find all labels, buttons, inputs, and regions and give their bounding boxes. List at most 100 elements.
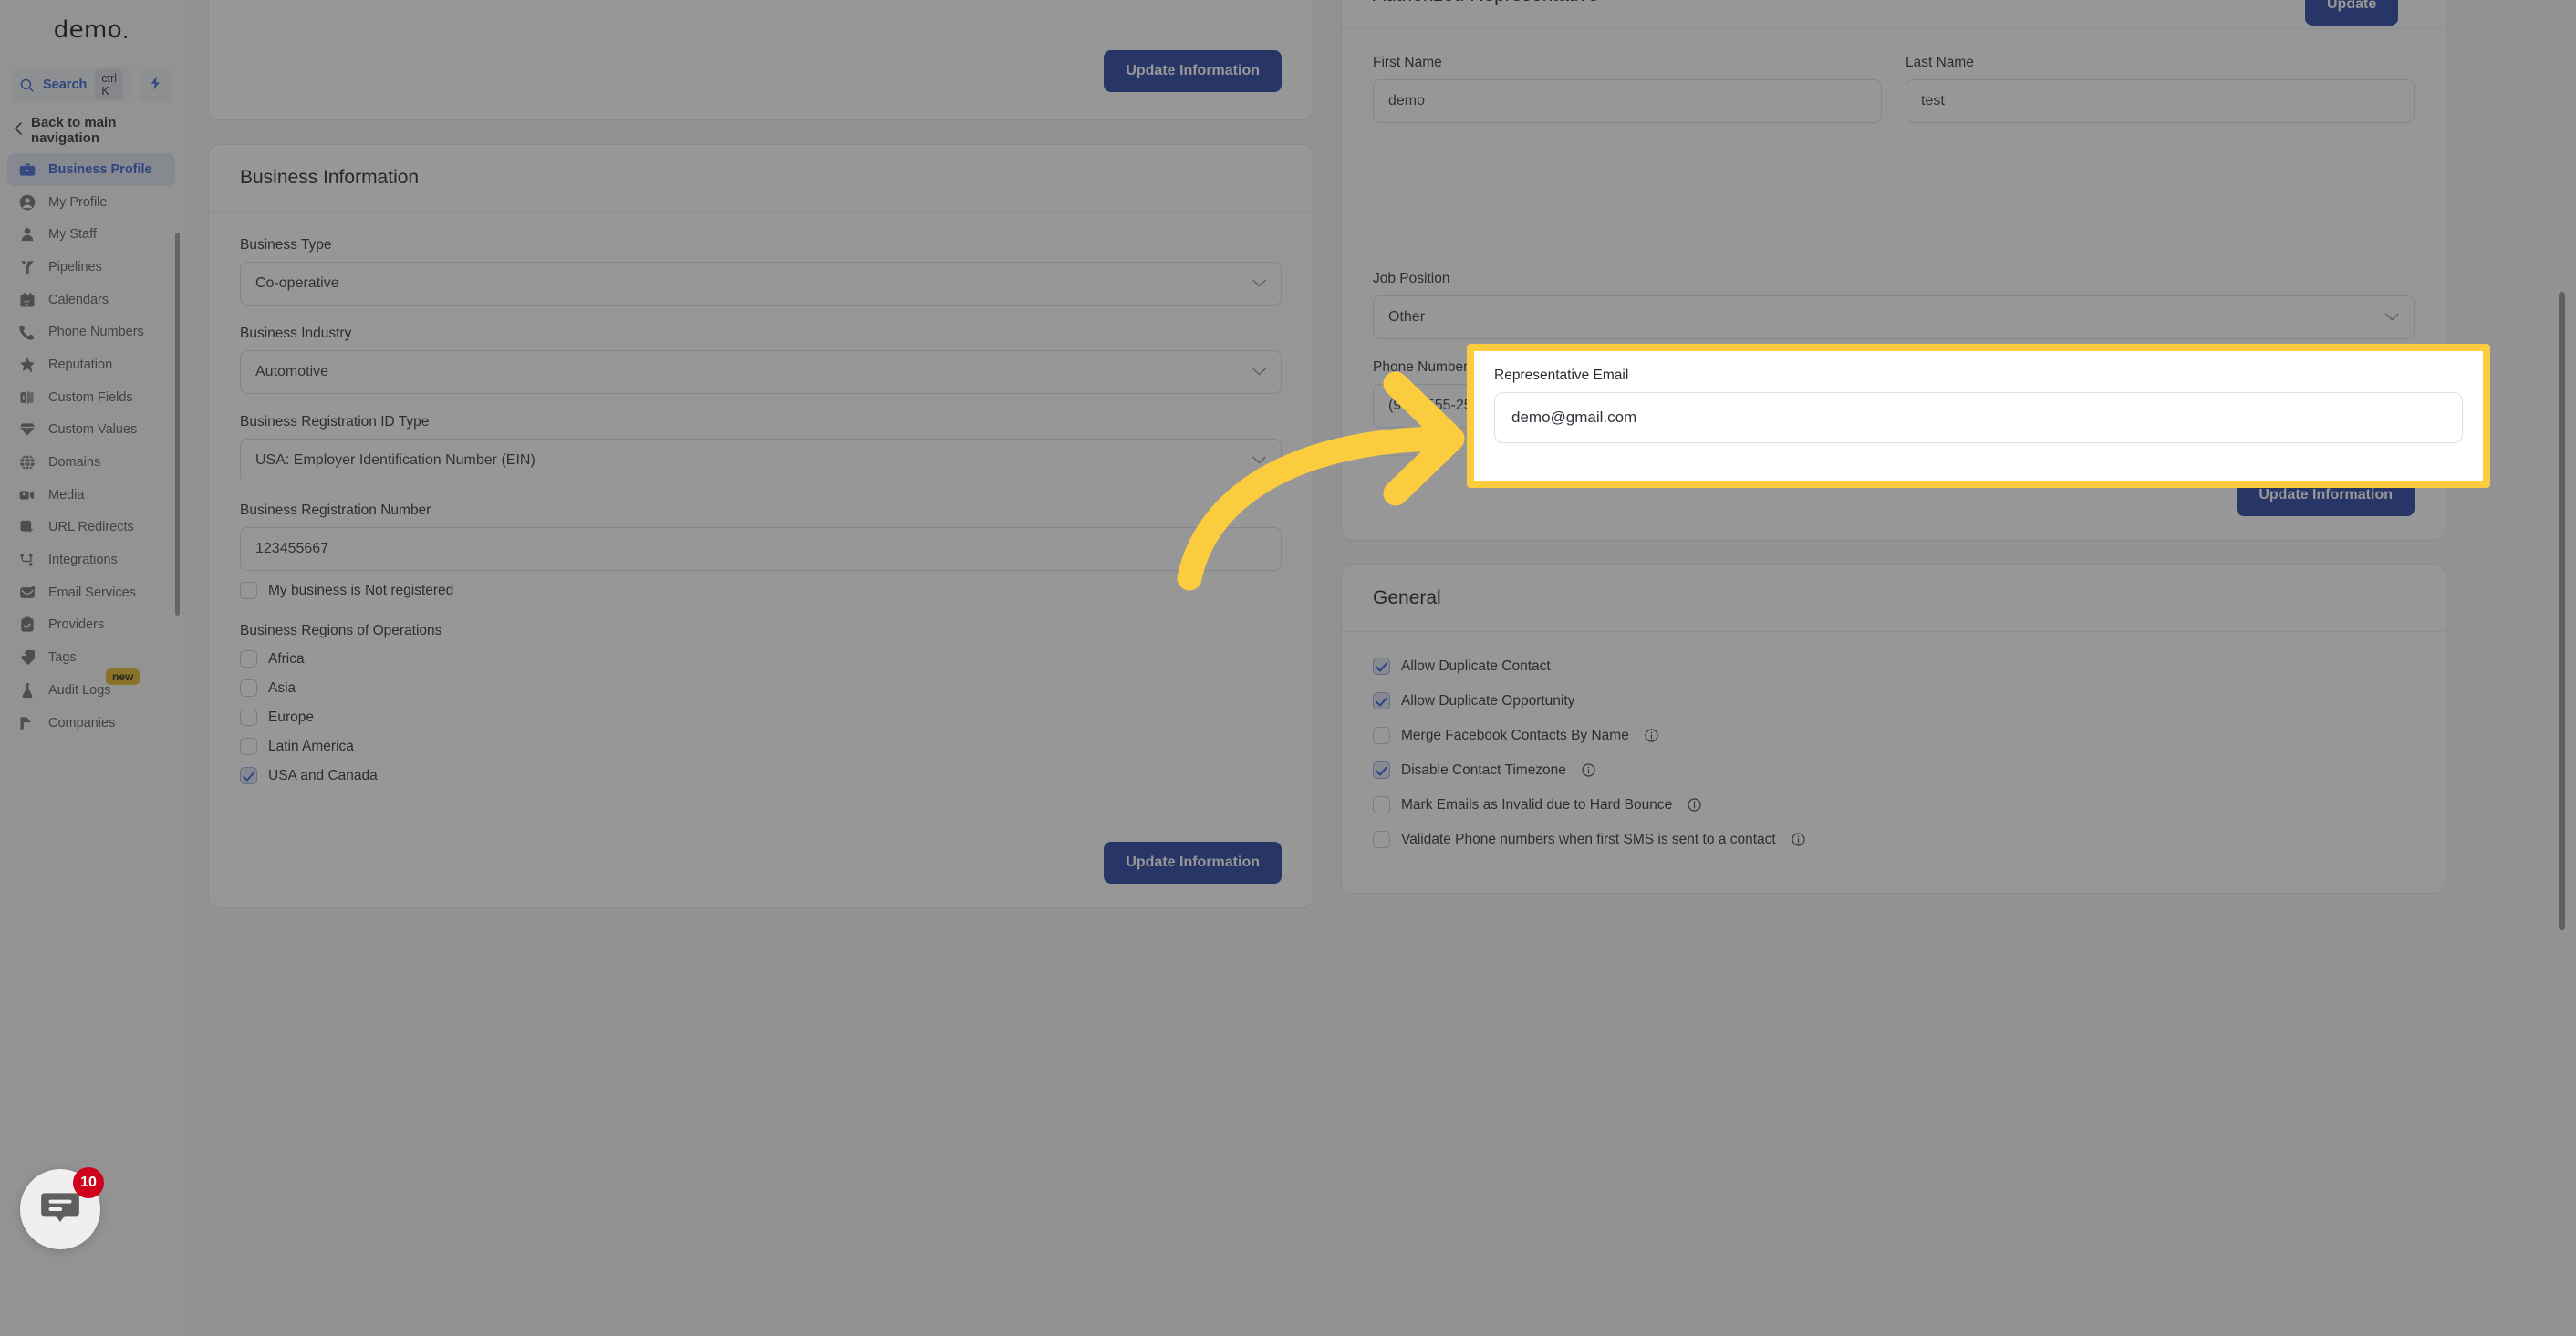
- business-industry-select[interactable]: Automotive: [240, 350, 1282, 394]
- card-partial-top-left: Update Information: [208, 0, 1314, 120]
- sidebar-item-custom-fields[interactable]: Custom Fields: [7, 381, 175, 414]
- info-icon[interactable]: [1687, 797, 1702, 813]
- chat-widget-button[interactable]: 10: [20, 1167, 104, 1249]
- calendar-icon: [18, 291, 36, 309]
- representative-email-input[interactable]: demo@gmail.com: [1494, 392, 2463, 443]
- sidebar-item-url-redirects[interactable]: URL Redirects: [7, 512, 175, 544]
- mail-icon: [18, 584, 36, 602]
- chat-unread-badge: 10: [73, 1167, 104, 1198]
- update-information-button-top-left[interactable]: Update Information: [1104, 50, 1282, 92]
- last-name-input[interactable]: test: [1906, 79, 2415, 123]
- custom-fields-icon: [18, 388, 36, 407]
- star-icon: [18, 356, 36, 374]
- general-label-allow-duplicate-opportunity: Allow Duplicate Opportunity: [1401, 692, 1575, 709]
- business-type-value: Co-operative: [255, 275, 339, 291]
- not-registered-checkbox[interactable]: [240, 582, 257, 599]
- general-option-validate-phone-numbers-when-first-sms-is-sent-to-a-contact[interactable]: Validate Phone numbers when first SMS is…: [1373, 831, 2415, 848]
- region-row-africa[interactable]: Africa: [240, 650, 1282, 668]
- last-name-field: Last Name test: [1906, 55, 2415, 123]
- general-label-disable-contact-timezone: Disable Contact Timezone: [1401, 761, 1566, 778]
- representative-email-highlight: Representative Email demo@gmail.com: [1467, 344, 2490, 488]
- region-label-europe: Europe: [268, 709, 314, 725]
- region-row-latin-america[interactable]: Latin America: [240, 738, 1282, 755]
- general-checkbox-mark-emails-as-invalid-due-to-hard-bounce[interactable]: [1373, 796, 1390, 813]
- sidebar-item-phone-numbers[interactable]: Phone Numbers: [7, 316, 175, 348]
- user-icon: [18, 225, 36, 243]
- sidebar-item-domains[interactable]: Domains: [7, 446, 175, 479]
- sidebar-item-my-profile[interactable]: My Profile: [7, 186, 175, 219]
- not-registered-checkbox-row[interactable]: My business is Not registered: [240, 582, 1282, 599]
- update-button-top-right[interactable]: Update: [2305, 0, 2399, 26]
- business-registration-id-type-value: USA: Employer Identification Number (EIN…: [255, 452, 535, 468]
- job-position-select[interactable]: Other: [1373, 295, 2415, 339]
- general-option-disable-contact-timezone[interactable]: Disable Contact Timezone: [1373, 761, 2415, 779]
- region-row-asia[interactable]: Asia: [240, 679, 1282, 697]
- general-option-allow-duplicate-contact[interactable]: Allow Duplicate Contact: [1373, 658, 2415, 675]
- sidebar-item-integrations[interactable]: Integrations: [7, 544, 175, 576]
- general-option-mark-emails-as-invalid-due-to-hard-bounce[interactable]: Mark Emails as Invalid due to Hard Bounc…: [1373, 796, 2415, 813]
- business-type-select[interactable]: Co-operative: [240, 262, 1282, 306]
- region-row-usa-and-canada[interactable]: USA and Canada: [240, 767, 1282, 784]
- diamond-icon: [18, 420, 36, 439]
- region-checkbox-asia[interactable]: [240, 679, 257, 697]
- sidebar-item-email-services[interactable]: Email Services: [7, 576, 175, 609]
- general-checkbox-allow-duplicate-opportunity[interactable]: [1373, 692, 1390, 709]
- info-icon[interactable]: [1644, 728, 1659, 743]
- business-registration-id-type-field: Business Registration ID Type USA: Employ…: [240, 414, 1282, 482]
- general-option-allow-duplicate-opportunity[interactable]: Allow Duplicate Opportunity: [1373, 692, 2415, 709]
- business-registration-number-input[interactable]: 123455667: [240, 527, 1282, 571]
- general-checkbox-allow-duplicate-contact[interactable]: [1373, 658, 1390, 675]
- business-industry-value: Automotive: [255, 364, 329, 379]
- sidebar-scrollbar[interactable]: [175, 233, 180, 616]
- general-checkbox-merge-facebook-contacts-by-name[interactable]: [1373, 727, 1390, 744]
- tag-icon: [18, 648, 36, 667]
- region-row-europe[interactable]: Europe: [240, 709, 1282, 726]
- sidebar-item-providers[interactable]: Providers: [7, 609, 175, 642]
- search-shortcut-badge: ctrl K: [95, 69, 124, 100]
- globe-icon: [18, 453, 36, 471]
- info-icon[interactable]: [1581, 762, 1596, 778]
- business-registration-id-type-select[interactable]: USA: Employer Identification Number (EIN…: [240, 439, 1282, 482]
- business-regions-label: Business Regions of Operations: [240, 623, 442, 638]
- clipboard-check-icon: [18, 616, 36, 634]
- business-registration-id-type-label: Business Registration ID Type: [240, 414, 430, 430]
- search-input[interactable]: Search ctrl K: [11, 67, 132, 102]
- sidebar-item-pipelines[interactable]: Pipelines: [7, 251, 175, 284]
- sidebar-item-label: Custom Values: [48, 422, 138, 438]
- update-information-button-business[interactable]: Update Information: [1104, 842, 1282, 884]
- sidebar-item-reputation[interactable]: Reputation: [7, 348, 175, 381]
- sidebar-item-label: Phone Numbers: [48, 325, 144, 340]
- first-name-input[interactable]: demo: [1373, 79, 1882, 123]
- general-checkbox-validate-phone-numbers-when-first-sms-is-sent-to-a-contact[interactable]: [1373, 831, 1390, 848]
- back-to-main-navigation[interactable]: Back to main navigation: [0, 111, 182, 150]
- general-option-merge-facebook-contacts-by-name[interactable]: Merge Facebook Contacts By Name: [1373, 727, 2415, 744]
- sidebar-item-custom-values[interactable]: Custom Values: [7, 414, 175, 447]
- quick-actions-button[interactable]: [139, 67, 174, 102]
- region-checkbox-europe[interactable]: [240, 709, 257, 726]
- region-checkbox-latin-america[interactable]: [240, 738, 257, 755]
- sidebar-item-business-profile[interactable]: Business Profile: [7, 153, 175, 186]
- sidebar-item-label: Domains: [48, 455, 101, 471]
- sidebar-item-companies[interactable]: Companies: [7, 707, 175, 740]
- chevron-down-icon: [1252, 275, 1266, 292]
- company-icon: [18, 714, 36, 732]
- main-scrollbar[interactable]: [2559, 292, 2565, 930]
- sidebar-item-my-staff[interactable]: My Staff: [7, 218, 175, 251]
- business-industry-field: Business Industry Automotive: [240, 326, 1282, 394]
- business-information-body: Business Type Co-operative Business Indust…: [209, 212, 1313, 823]
- sidebar-nav: Business Profile My Profile My Staff Pipeli…: [0, 153, 182, 739]
- sidebar-item-audit-logs[interactable]: Audit Logs new: [7, 668, 175, 707]
- sidebar-item-calendars[interactable]: Calendars: [7, 284, 175, 316]
- general-checkbox-disable-contact-timezone[interactable]: [1373, 761, 1390, 779]
- screen-root: demo. Search ctrl K Back to main navigat…: [0, 0, 2576, 1336]
- chevron-down-icon: [1252, 364, 1266, 380]
- general-label-mark-emails-as-invalid-due-to-hard-bounce: Mark Emails as Invalid due to Hard Bounc…: [1401, 796, 1673, 813]
- general-label-merge-facebook-contacts-by-name: Merge Facebook Contacts By Name: [1401, 727, 1629, 743]
- sidebar-item-tags[interactable]: Tags: [7, 641, 175, 674]
- region-checkbox-usa-and-canada[interactable]: [240, 767, 257, 784]
- info-icon[interactable]: [1791, 832, 1806, 847]
- region-checkbox-africa[interactable]: [240, 650, 257, 668]
- sidebar-item-media[interactable]: Media: [7, 479, 175, 512]
- job-position-value: Other: [1388, 309, 1426, 325]
- general-options-list: Allow Duplicate Contact Allow Duplicate O…: [1373, 658, 2415, 848]
